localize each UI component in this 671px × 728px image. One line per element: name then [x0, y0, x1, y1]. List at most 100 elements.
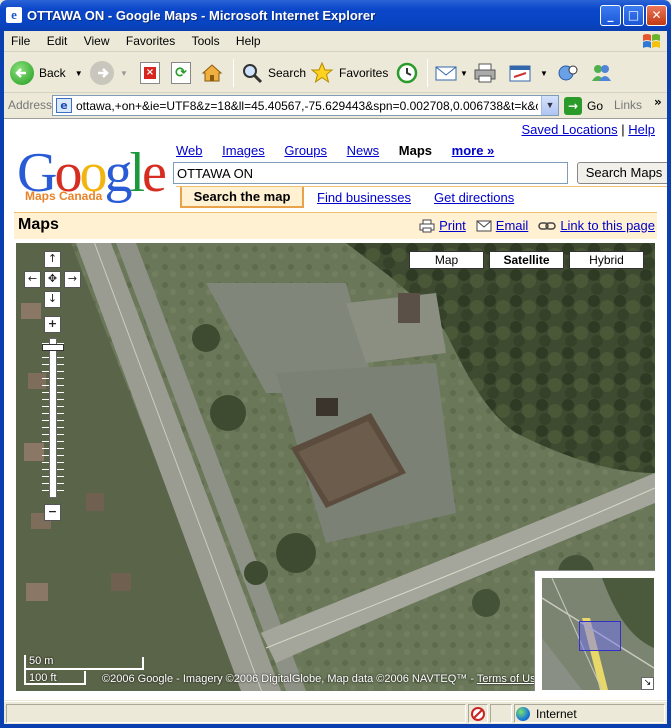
research-button[interactable]: [556, 57, 580, 89]
satellite-map[interactable]: Map Satellite Hybrid ↑ ← ✥ → ↓ + − 50 m …: [16, 243, 655, 691]
tab-search-the-map[interactable]: Search the map: [180, 187, 304, 208]
toolbar-separator: [427, 59, 428, 87]
forward-arrow-icon: [90, 61, 114, 85]
window-frame-bottom: [0, 724, 671, 728]
print-link[interactable]: Print: [439, 218, 466, 233]
search-input[interactable]: OTTAWA ON: [173, 162, 568, 184]
mail-button[interactable]: ▼: [434, 57, 468, 89]
chevron-down-icon[interactable]: ▼: [120, 69, 128, 78]
back-button[interactable]: Back ▼: [10, 57, 83, 89]
address-label: Address: [8, 98, 53, 112]
popup-blocked-icon[interactable]: [470, 706, 486, 722]
zoom-out-button[interactable]: −: [44, 504, 61, 521]
search-tabs: Search the map Find businesses Get direc…: [176, 186, 667, 208]
google-maps-logo[interactable]: Google Maps Canada: [17, 145, 167, 205]
menu-file[interactable]: File: [4, 31, 36, 48]
top-links: Saved Locations | Help: [521, 122, 655, 137]
map-type-satellite-button[interactable]: Satellite: [489, 251, 564, 269]
terms-of-use-link[interactable]: Terms of Use: [477, 673, 542, 685]
forward-button[interactable]: ▼: [90, 57, 128, 89]
ie-app-icon: e: [6, 7, 22, 23]
close-button[interactable]: ✕: [646, 5, 667, 26]
menu-favorites[interactable]: Favorites: [119, 31, 181, 48]
menu-bar: File Edit View Favorites Tools Help: [4, 31, 667, 52]
research-icon: [558, 65, 578, 81]
print-toolbar-button[interactable]: [473, 57, 497, 89]
title-bar: e OTTAWA ON - Google Maps - Microsoft In…: [0, 0, 671, 31]
help-link[interactable]: Help: [628, 122, 655, 137]
page-content: Saved Locations | Help Google Maps Canad…: [4, 118, 667, 700]
search-maps-button[interactable]: Search Maps: [577, 162, 667, 184]
menu-edit[interactable]: Edit: [40, 31, 74, 48]
menu-view[interactable]: View: [77, 31, 116, 48]
map-type-map-button[interactable]: Map: [409, 251, 484, 269]
nav-maps: Maps: [398, 143, 433, 158]
maps-heading: Maps: [18, 216, 59, 233]
security-zone: Internet: [516, 707, 577, 721]
star-icon: [310, 61, 334, 84]
zoom-in-button[interactable]: +: [44, 316, 61, 333]
minimize-button[interactable]: _: [600, 5, 621, 26]
pan-right-button[interactable]: →: [64, 271, 81, 288]
home-icon: [201, 64, 223, 82]
messenger-button[interactable]: [589, 57, 613, 89]
pan-center-button[interactable]: ✥: [44, 271, 61, 288]
link-to-page[interactable]: Link to this page: [560, 218, 655, 233]
nav-news[interactable]: News: [347, 143, 380, 158]
maximize-button[interactable]: □: [623, 5, 644, 26]
go-button[interactable]: → Go: [564, 96, 603, 115]
menu-help[interactable]: Help: [229, 31, 267, 48]
printer-icon: [474, 63, 496, 83]
map-copyright: ©2006 Google - Imagery ©2006 DigitalGlob…: [102, 673, 542, 685]
address-url[interactable]: ottawa,+on+&ie=UTF8&z=18&ll=45.40567,-75…: [76, 99, 538, 113]
zoom-slider-thumb[interactable]: [42, 344, 64, 351]
toolbar-separator: [233, 59, 234, 87]
scale-metric-label: 50 m: [29, 655, 54, 667]
menu-tools[interactable]: Tools: [185, 31, 226, 48]
chevron-down-icon[interactable]: ▼: [460, 69, 468, 78]
status-cell: [490, 704, 512, 723]
history-button[interactable]: [395, 57, 419, 89]
chevron-down-icon[interactable]: ▼: [541, 96, 558, 115]
double-chevron-icon[interactable]: »: [654, 95, 662, 109]
zoom-slider-track[interactable]: [49, 338, 57, 498]
overview-toggle-button[interactable]: ↘: [641, 677, 654, 690]
edit-page-icon: [509, 65, 531, 82]
nav-images[interactable]: Images: [222, 143, 265, 158]
favorites-button[interactable]: Favorites: [310, 57, 388, 89]
globe-icon: [516, 707, 530, 721]
saved-locations-link[interactable]: Saved Locations: [521, 122, 617, 137]
tab-get-directions[interactable]: Get directions: [434, 190, 514, 205]
chevron-down-icon[interactable]: ▼: [540, 69, 548, 78]
tab-find-businesses[interactable]: Find businesses: [317, 190, 411, 205]
stop-button[interactable]: ×: [140, 57, 160, 89]
messenger-icon: [592, 65, 611, 81]
map-actions: Print Email Link to this page: [409, 218, 655, 233]
product-nav: Web Images Groups News Maps more »: [176, 143, 510, 158]
address-bar: Address e ottawa,+on+&ie=UTF8&z=18&ll=45…: [4, 94, 667, 117]
toolbar: Back ▼ ▼ × ⟳ Search Favorites ▼ ▼: [4, 53, 667, 93]
links-label[interactable]: Links: [614, 98, 642, 112]
refresh-button[interactable]: ⟳: [171, 57, 191, 89]
home-button[interactable]: [200, 57, 224, 89]
nav-groups[interactable]: Groups: [284, 143, 327, 158]
scale-imperial-label: 100 ft: [29, 672, 57, 684]
nav-more[interactable]: more »: [452, 143, 495, 158]
window-title: OTTAWA ON - Google Maps - Microsoft Inte…: [27, 8, 376, 23]
chevron-down-icon[interactable]: ▼: [75, 69, 83, 78]
logo-subtitle: Maps Canada: [25, 189, 103, 203]
printer-icon: [419, 219, 435, 232]
pan-down-button[interactable]: ↓: [44, 291, 61, 308]
map-type-hybrid-button[interactable]: Hybrid: [569, 251, 644, 269]
pan-left-button[interactable]: ←: [24, 271, 41, 288]
pan-up-button[interactable]: ↑: [44, 251, 61, 268]
address-field[interactable]: e ottawa,+on+&ie=UTF8&z=18&ll=45.40567,-…: [52, 95, 559, 116]
edit-button[interactable]: ▼: [508, 57, 548, 89]
nav-web[interactable]: Web: [176, 143, 203, 158]
status-text-cell: [6, 704, 466, 723]
email-link[interactable]: Email: [496, 218, 529, 233]
overview-map[interactable]: ↘: [534, 570, 655, 691]
overview-viewport-box[interactable]: [579, 621, 621, 651]
email-icon: [476, 220, 492, 231]
search-button[interactable]: Search: [240, 57, 306, 89]
